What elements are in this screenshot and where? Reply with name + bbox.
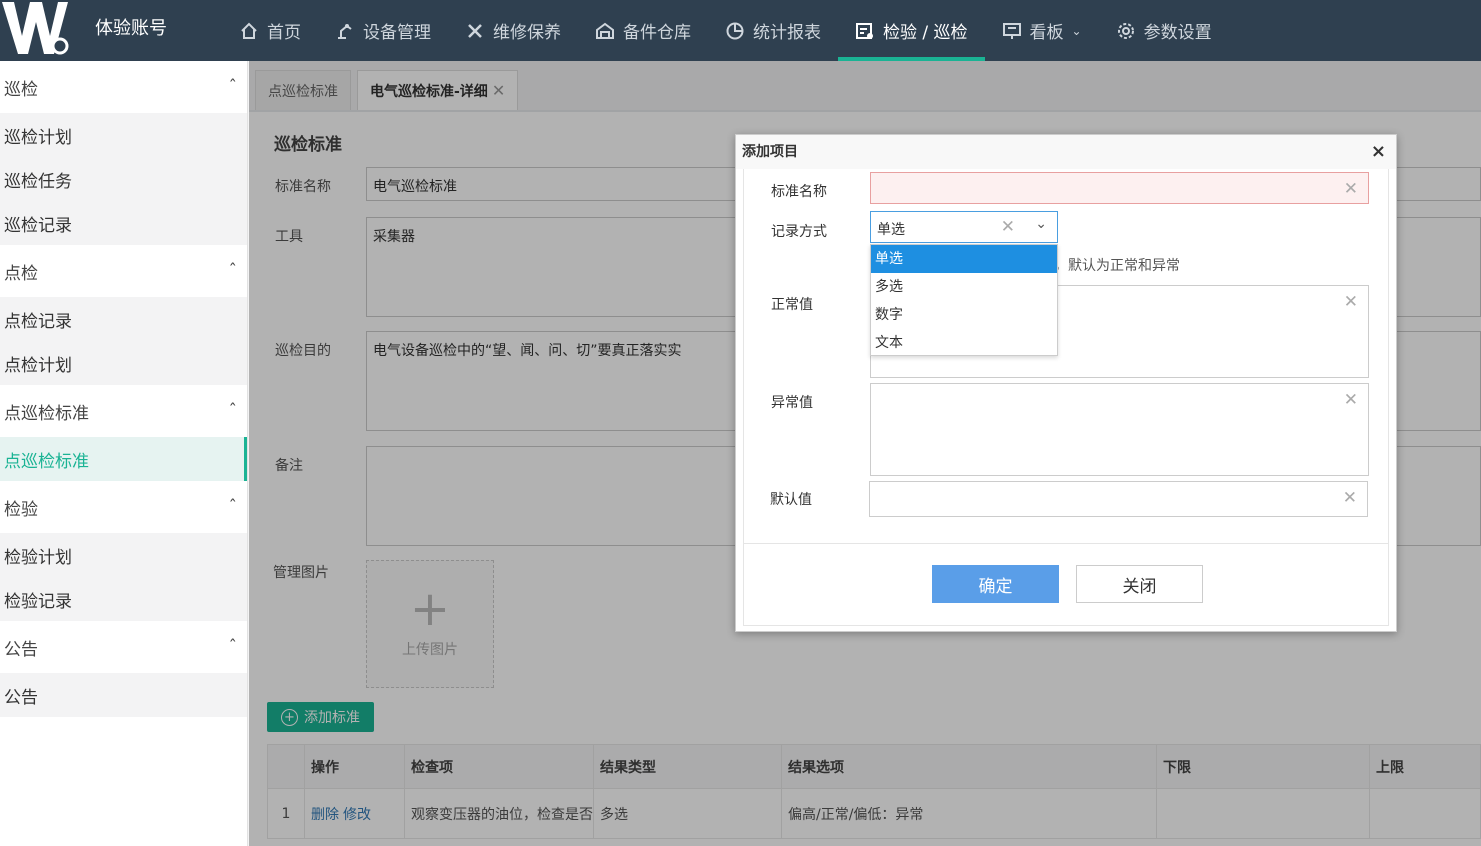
sidebar-group-label: 检验 bbox=[4, 499, 38, 520]
default-value-input[interactable]: ✕ bbox=[869, 481, 1368, 517]
gear-icon bbox=[1116, 21, 1136, 41]
clear-icon[interactable]: ✕ bbox=[1344, 179, 1358, 199]
sidebar-group-spot[interactable]: 点检 ˆ bbox=[0, 245, 247, 297]
sidebar-item-patrol-plan[interactable]: 巡检计划 bbox=[0, 113, 247, 157]
modal-abnormal-label: 异常值 bbox=[771, 395, 813, 411]
sidebar-group-inspection[interactable]: 检验 ˆ bbox=[0, 481, 247, 533]
clear-icon[interactable]: ✕ bbox=[1344, 390, 1358, 410]
nav-inspection[interactable]: 检验 / 巡检 bbox=[838, 0, 985, 61]
warehouse-icon bbox=[595, 21, 615, 41]
sidebar-group-standard[interactable]: 点巡检标准 ˆ bbox=[0, 385, 247, 437]
nav-settings-label: 参数设置 bbox=[1143, 23, 1212, 43]
nav-equipment[interactable]: 设备管理 bbox=[318, 0, 448, 61]
sidebar-item-notice[interactable]: 公告 bbox=[0, 673, 247, 717]
chevron-up-icon: ˆ bbox=[228, 497, 238, 517]
nav-settings[interactable]: 参数设置 bbox=[1099, 0, 1229, 61]
modal-title: 添加项目 bbox=[736, 135, 1396, 169]
nav-home-label: 首页 bbox=[267, 23, 301, 43]
inspection-icon bbox=[855, 21, 875, 41]
nav-reports-label: 统计报表 bbox=[753, 23, 821, 43]
nav-board-label: 看板 bbox=[1029, 23, 1064, 43]
nav-home[interactable]: 首页 bbox=[222, 0, 318, 61]
record-method-value: 单选 bbox=[877, 222, 905, 238]
sidebar-item-patrol-record[interactable]: 巡检记录 bbox=[0, 201, 247, 245]
chevron-up-icon: ˆ bbox=[228, 77, 238, 97]
option-multi[interactable]: 多选 bbox=[871, 273, 1057, 301]
option-text[interactable]: 文本 bbox=[871, 329, 1057, 357]
sidebar-group-label: 点检 bbox=[4, 263, 38, 284]
nav-warehouse-label: 备件仓库 bbox=[623, 23, 691, 43]
modal-record-label: 记录方式 bbox=[771, 224, 827, 240]
sidebar-item-spot-plan[interactable]: 点检计划 bbox=[0, 341, 247, 385]
sidebar-item-spot-record[interactable]: 点检记录 bbox=[0, 297, 247, 341]
top-navbar: 体验账号 首页 设备管理 维修保养 备件仓库 统计报表 检验 / 巡检 看板 ⌄… bbox=[0, 0, 1481, 61]
nav-maintenance-label: 维修保养 bbox=[493, 23, 561, 43]
abnormal-value-input[interactable]: ✕ bbox=[870, 383, 1369, 476]
home-icon bbox=[239, 21, 259, 41]
clear-icon[interactable]: ✕ bbox=[1343, 488, 1357, 508]
sidebar-group-patrol[interactable]: 巡检 ˆ bbox=[0, 61, 247, 113]
modal-default-label: 默认值 bbox=[770, 492, 812, 508]
sidebar-item-inspection-plan[interactable]: 检验计划 bbox=[0, 533, 247, 577]
chevron-down-icon: ⌄ bbox=[1071, 23, 1082, 38]
sidebar-item-patrol-task[interactable]: 巡检任务 bbox=[0, 157, 247, 201]
sidebar: 巡检 ˆ 巡检计划 巡检任务 巡检记录 点检 ˆ 点检记录 点检计划 点巡检标准 ˆ … bbox=[0, 61, 248, 846]
add-item-modal: 添加项目 × 标准名称 ✕ 记录方式 单选 ✕ ⌄ ，默认为正常和异常 正常值 … bbox=[735, 134, 1397, 632]
clear-icon[interactable]: ✕ bbox=[1001, 217, 1015, 237]
sidebar-group-label: 点巡检标准 bbox=[4, 403, 89, 424]
option-number[interactable]: 数字 bbox=[871, 301, 1057, 329]
chevron-up-icon: ˆ bbox=[228, 261, 238, 281]
nav-equipment-label: 设备管理 bbox=[363, 23, 431, 43]
board-icon bbox=[1002, 21, 1022, 41]
main-nav: 首页 设备管理 维修保养 备件仓库 统计报表 检验 / 巡检 看板 ⌄ 参数设置 bbox=[222, 0, 1229, 61]
clear-icon[interactable]: ✕ bbox=[1344, 292, 1358, 312]
sidebar-item-inspection-record[interactable]: 检验记录 bbox=[0, 577, 247, 621]
modal-divider bbox=[744, 543, 1388, 544]
sidebar-item-standard[interactable]: 点巡检标准 bbox=[0, 437, 247, 481]
account-name[interactable]: 体验账号 bbox=[95, 14, 167, 40]
modal-backdrop-top bbox=[249, 61, 1481, 112]
sidebar-group-label: 公告 bbox=[4, 639, 38, 660]
chevron-up-icon: ˆ bbox=[228, 637, 238, 657]
nav-inspection-label: 检验 / 巡检 bbox=[883, 23, 968, 43]
sidebar-group-notice[interactable]: 公告 ˆ bbox=[0, 621, 247, 673]
close-icon[interactable]: × bbox=[1371, 141, 1386, 162]
record-hint: ，默认为正常和异常 bbox=[1054, 258, 1180, 274]
record-method-dropdown: 单选 多选 数字 文本 bbox=[870, 244, 1058, 356]
sidebar-group-label: 巡检 bbox=[4, 79, 38, 100]
chevron-down-icon: ⌄ bbox=[1035, 216, 1047, 232]
confirm-button[interactable]: 确定 bbox=[932, 565, 1059, 603]
modal-name-label: 标准名称 bbox=[771, 184, 827, 200]
nav-warehouse[interactable]: 备件仓库 bbox=[578, 0, 708, 61]
option-single[interactable]: 单选 bbox=[871, 245, 1057, 273]
modal-body: 标准名称 ✕ 记录方式 单选 ✕ ⌄ ，默认为正常和异常 正常值 ✕ 异常值 ✕… bbox=[743, 169, 1389, 626]
modal-name-input[interactable]: ✕ bbox=[870, 172, 1369, 204]
robot-arm-icon bbox=[335, 21, 355, 41]
chevron-up-icon: ˆ bbox=[228, 401, 238, 421]
nav-maintenance[interactable]: 维修保养 bbox=[448, 0, 578, 61]
logo-icon[interactable] bbox=[0, 0, 72, 56]
cancel-button[interactable]: 关闭 bbox=[1076, 565, 1203, 603]
tools-icon bbox=[465, 21, 485, 41]
modal-normal-label: 正常值 bbox=[771, 297, 813, 313]
record-method-select[interactable]: 单选 ✕ ⌄ bbox=[870, 211, 1058, 243]
pie-chart-icon bbox=[725, 21, 745, 41]
nav-board[interactable]: 看板 ⌄ bbox=[985, 0, 1099, 61]
nav-reports[interactable]: 统计报表 bbox=[708, 0, 838, 61]
